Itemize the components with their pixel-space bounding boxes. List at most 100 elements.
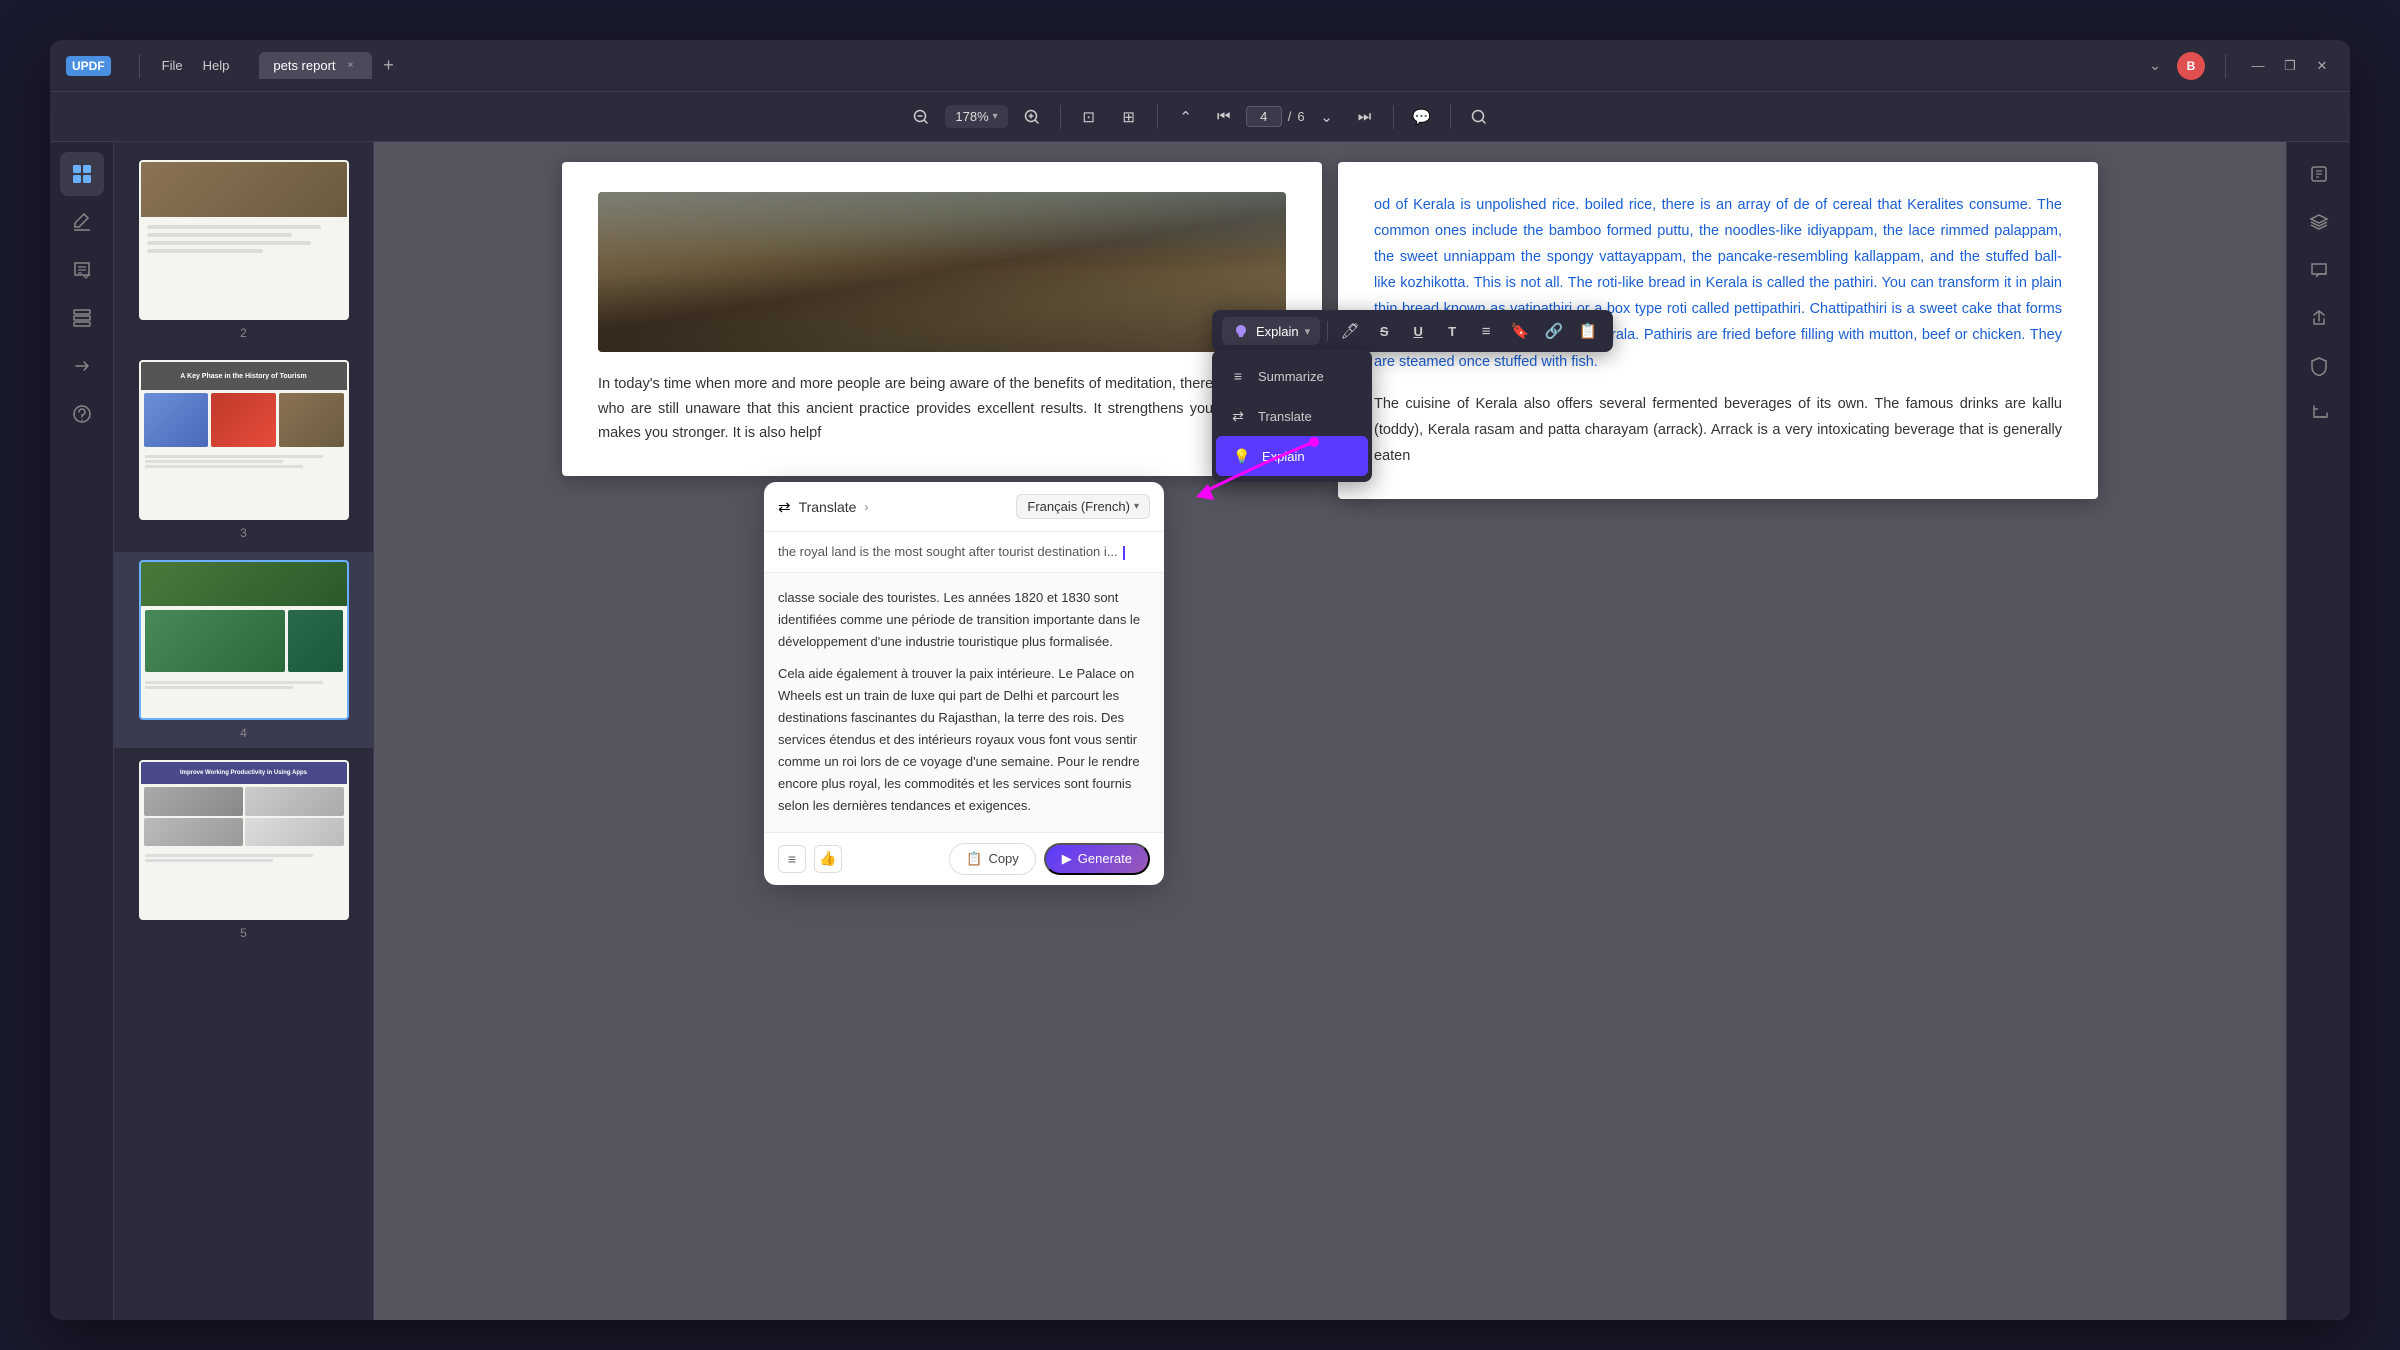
search-button[interactable] [1463, 101, 1495, 133]
feedback-icon[interactable]: ≡ [778, 845, 806, 873]
explain-menu-icon: 💡 [1232, 446, 1252, 466]
et-strikethrough-button[interactable]: S [1369, 316, 1399, 346]
fit-width-button[interactable]: ⊞ [1113, 101, 1145, 133]
et-highlight-button[interactable]: 🖊 [1335, 316, 1365, 346]
et-underline-button[interactable]: U [1403, 316, 1433, 346]
footer-action-buttons: 📋 Copy ▶ Generate [949, 843, 1150, 875]
thumbnail-page-4[interactable]: 4 [114, 552, 373, 748]
fit-page-button[interactable]: ⊡ [1073, 101, 1105, 133]
translate-footer: ≡ 👍 📋 Copy ▶ Generate [764, 832, 1164, 885]
page-number-input[interactable] [1246, 106, 1282, 127]
thumb-image-4 [139, 560, 349, 720]
et-text-button[interactable]: T [1437, 316, 1467, 346]
page-display: ⌃ ⏮ / 6 ⌄ ⏭ [1170, 101, 1381, 133]
new-tab-button[interactable]: + [376, 53, 402, 79]
et-bookmark-button[interactable]: 🔖 [1505, 316, 1535, 346]
explain-label: Explain [1256, 324, 1299, 339]
explain-dropdown-arrow[interactable]: ▾ [1305, 325, 1311, 338]
zoom-out-button[interactable] [905, 101, 937, 133]
right-sidebar-properties[interactable] [2297, 152, 2341, 196]
toolbar-sep-1 [1060, 105, 1061, 129]
explain-active-button[interactable]: Explain ▾ [1222, 317, 1320, 345]
copy-label: Copy [988, 851, 1018, 866]
minimize-button[interactable]: — [2246, 54, 2270, 78]
hero-image [598, 192, 1286, 352]
tab-close-button[interactable]: × [344, 59, 358, 73]
maximize-button[interactable]: ❐ [2278, 54, 2302, 78]
right-sidebar-comments[interactable] [2297, 248, 2341, 292]
toolbar-sep-4 [1450, 105, 1451, 129]
last-page-button[interactable]: ⏭ [1349, 101, 1381, 133]
menu-translate[interactable]: ⇄ Translate [1212, 396, 1372, 436]
thumbnail-page-3[interactable]: A Key Phase in the History of Tourism [114, 352, 373, 548]
translate-header: ⇄ Translate › Français (French) ▾ [764, 482, 1164, 532]
menu-file[interactable]: File [152, 54, 193, 77]
main-layout: 2 A Key Phase in the History of Tourism [50, 142, 2350, 1320]
tab-pets-report[interactable]: pets report × [259, 52, 371, 79]
menu-explain[interactable]: 💡 Explain [1216, 436, 1368, 476]
user-avatar[interactable]: B [2177, 52, 2205, 80]
title-bar-controls: ⌄ B — ❐ ✕ [2141, 52, 2334, 80]
generate-label: Generate [1078, 851, 1132, 866]
left-sidebar [50, 142, 114, 1320]
explain-menu-label: Explain [1262, 449, 1305, 464]
zoom-in-button[interactable] [1016, 101, 1048, 133]
comment-button[interactable]: 💬 [1406, 101, 1438, 133]
thumb-num-4: 4 [240, 726, 247, 740]
title-bar: UPDF File Help pets report × + ⌄ B — ❐ ✕ [50, 40, 2350, 92]
thumbnail-panel: 2 A Key Phase in the History of Tourism [114, 142, 374, 1320]
pdf-toolbar: 178% ▾ ⊡ ⊞ ⌃ ⏮ / 6 ⌄ ⏭ 💬 [50, 92, 2350, 142]
menu-help[interactable]: Help [193, 54, 240, 77]
et-sep-1 [1327, 321, 1328, 341]
sidebar-edit-button[interactable] [60, 200, 104, 244]
summarize-icon: ≡ [1228, 366, 1248, 386]
right-sidebar [2286, 142, 2350, 1320]
right-sidebar-protect[interactable] [2297, 344, 2341, 388]
zoom-level[interactable]: 178% ▾ [945, 105, 1007, 128]
language-selector[interactable]: Français (French) ▾ [1016, 494, 1150, 519]
et-align-button[interactable]: ≡ [1471, 316, 1501, 346]
sidebar-convert-button[interactable] [60, 344, 104, 388]
et-copy-format-button[interactable]: 📋 [1573, 316, 1603, 346]
sidebar-thumbnails-button[interactable] [60, 152, 104, 196]
thumb-num-2: 2 [240, 326, 247, 340]
pdf-left-page: In today's time when more and more peopl… [562, 162, 1322, 476]
translate-header-arrow: › [864, 500, 868, 514]
right-sidebar-share[interactable] [2297, 296, 2341, 340]
copy-icon: 📋 [966, 851, 982, 867]
pdf-left-body-text: In today's time when more and more peopl… [598, 372, 1286, 446]
translate-input-text: the royal land is the most sought after … [778, 544, 1150, 560]
right-sidebar-crop[interactable] [2297, 392, 2341, 436]
close-button[interactable]: ✕ [2310, 54, 2334, 78]
translate-icon-header: ⇄ [778, 498, 791, 516]
toolbar-sep-2 [1157, 105, 1158, 129]
et-link-button[interactable]: 🔗 [1539, 316, 1569, 346]
generate-button[interactable]: ▶ Generate [1044, 843, 1150, 875]
app-window: UPDF File Help pets report × + ⌄ B — ❐ ✕ [50, 40, 2350, 1320]
sidebar-ai-button[interactable] [60, 392, 104, 436]
right-sidebar-layers[interactable] [2297, 200, 2341, 244]
translate-output-area: classe sociale des touristes. Les années… [764, 573, 1164, 832]
updf-logo-text: UPDF [66, 56, 111, 76]
menu-summarize[interactable]: ≡ Summarize [1212, 356, 1372, 396]
sidebar-annotate-button[interactable] [60, 248, 104, 292]
page-down-button[interactable]: ⌄ [1311, 101, 1343, 133]
text-cursor [1123, 546, 1125, 560]
translate-output-text: classe sociale des touristes. Les années… [778, 587, 1150, 818]
thumbs-up-icon[interactable]: 👍 [814, 845, 842, 873]
thumb-image-3: A Key Phase in the History of Tourism [139, 360, 349, 520]
generate-icon: ▶ [1062, 851, 1072, 867]
selected-language: Français (French) [1027, 499, 1130, 514]
explain-toolbar: Explain ▾ 🖊 S U T ≡ 🔖 🔗 📋 [1212, 310, 1613, 352]
page-up-button[interactable]: ⌃ [1170, 101, 1202, 133]
first-page-button[interactable]: ⏮ [1208, 101, 1240, 133]
copy-button[interactable]: 📋 Copy [949, 843, 1036, 875]
sidebar-organize-button[interactable] [60, 296, 104, 340]
toolbar-sep-3 [1393, 105, 1394, 129]
explain-dropdown-menu: ≡ Summarize ⇄ Translate 💡 Explain [1212, 350, 1372, 482]
pdf-right-normal-text: The cuisine of Kerala also offers severa… [1374, 391, 2062, 469]
thumbnail-page-2[interactable]: 2 [114, 152, 373, 348]
translate-popup: ⇄ Translate › Français (French) ▾ the ro… [764, 482, 1164, 885]
chevron-down-icon[interactable]: ⌄ [2141, 52, 2169, 80]
thumbnail-page-5[interactable]: Improve Working Productivity in Using Ap… [114, 752, 373, 948]
